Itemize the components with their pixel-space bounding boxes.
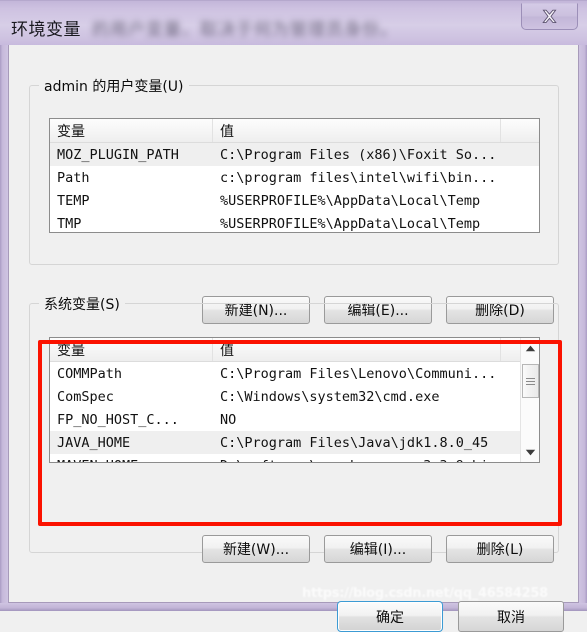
variable-name-cell: MAVEN_HOME <box>50 458 213 463</box>
variable-value-cell: c:\program files\intel\wifi\bin... <box>220 169 497 186</box>
column-header-variable[interactable]: 变量 <box>50 119 213 142</box>
column-header-value[interactable]: 值 <box>213 338 501 361</box>
table-row[interactable]: Path c:\program files\intel\wifi\bin... <box>50 166 539 189</box>
environment-variables-dialog: 环境变量 的用户变量、取决于何为管理员身份。 admin 的用户变量(U) 变量… <box>0 0 587 632</box>
variable-name-cell: JAVA_HOME <box>57 434 131 451</box>
table-row[interactable]: MOZ_PLUGIN_PATH C:\Program Files (x86)\Fo… <box>50 143 539 166</box>
variable-name-cell: COMMPath <box>57 365 123 382</box>
window-title: 环境变量 <box>11 20 81 40</box>
variable-value-cell: %USERPROFILE%\AppData\Local\Temp <box>220 192 481 209</box>
window-frame-left-edge <box>0 0 8 611</box>
variable-name-cell: FP_NO_HOST_C... <box>57 411 179 428</box>
system-variables-list[interactable]: 变量 值 COMMPath C:\Program Files\Lenovo\Com… <box>49 337 540 463</box>
window-frame-right-edge <box>579 0 587 611</box>
close-icon <box>540 8 559 25</box>
grip-lines-icon <box>526 376 535 387</box>
system-variables-group: 系统变量(S) 变量 值 COMMPath C:\Program Files\Le… <box>29 294 559 553</box>
dialog-client-area: admin 的用户变量(U) 变量 值 MOZ_PLUGIN_PATH C:\Pr… <box>8 45 579 632</box>
user-variables-legend: admin 的用户变量(U) <box>39 76 189 96</box>
system-new-button[interactable]: 新建(W)... <box>202 535 310 563</box>
system-delete-button[interactable]: 删除(L) <box>446 535 554 563</box>
user-variables-header-row: 变量 值 <box>50 119 539 143</box>
table-row[interactable]: ComSpec C:\Windows\system32\cmd.exe <box>50 385 539 408</box>
close-button[interactable] <box>521 3 578 30</box>
variable-value-cell: C:\Windows\system32\cmd.exe <box>220 388 440 405</box>
variable-name-cell: ComSpec <box>57 388 114 405</box>
variable-name-cell: TMP <box>57 215 82 232</box>
variable-name-cell: Path <box>57 169 90 186</box>
table-row[interactable]: TMP %USERPROFILE%\AppData\Local\Temp <box>50 212 539 232</box>
variable-value-cell: %USERPROFILE%\AppData\Local\Temp <box>220 215 481 232</box>
variable-value-cell: NO <box>220 411 237 428</box>
system-variables-scrollbar[interactable] <box>520 338 539 462</box>
user-variables-group: admin 的用户变量(U) 变量 值 MOZ_PLUGIN_PATH C:\Pr… <box>29 76 559 265</box>
variable-name-cell: MOZ_PLUGIN_PATH <box>57 146 179 163</box>
table-row[interactable]: FP_NO_HOST_C... NO <box>50 408 539 431</box>
system-variables-rows: COMMPath C:\Program Files\Lenovo\Communi.… <box>50 362 539 463</box>
system-variables-legend: 系统变量(S) <box>39 294 125 314</box>
table-row[interactable]: TEMP %USERPROFILE%\AppData\Local\Temp <box>50 189 539 212</box>
variable-value-cell: D:\software\apache-maven-3.3.9-bin <box>213 458 523 463</box>
variable-value-cell: C:\Program Files\Java\jdk1.8.0_45 <box>220 434 489 451</box>
scroll-up-button[interactable] <box>521 338 539 358</box>
system-edit-button[interactable]: 编辑(I)... <box>324 535 432 563</box>
column-header-variable[interactable]: 变量 <box>50 338 213 361</box>
scroll-down-button[interactable] <box>521 442 539 462</box>
watermark-text: https://blog.csdn.net/qq_46584258 <box>302 586 548 601</box>
scrollbar-thumb[interactable] <box>522 364 539 398</box>
user-variables-list[interactable]: 变量 值 MOZ_PLUGIN_PATH C:\Program Files (x8… <box>49 118 540 233</box>
triangle-down-icon <box>525 443 536 461</box>
window-title-blurred-text: 的用户变量、取决于何为管理员身份。 <box>92 20 398 40</box>
system-variables-header-row: 变量 值 <box>50 338 539 362</box>
variable-value-cell: C:\Program Files (x86)\Foxit So... <box>220 146 497 163</box>
triangle-up-icon <box>525 339 536 357</box>
ok-button[interactable]: 确定 <box>337 601 443 632</box>
cancel-button[interactable]: 取消 <box>458 601 564 632</box>
title-bar[interactable]: 环境变量 的用户变量、取决于何为管理员身份。 <box>0 0 587 45</box>
column-header-spacer[interactable] <box>501 119 539 142</box>
user-variables-rows: MOZ_PLUGIN_PATH C:\Program Files (x86)\Fo… <box>50 143 539 232</box>
variable-value-cell: C:\Program Files\Lenovo\Communi... <box>220 365 497 382</box>
table-row[interactable]: COMMPath C:\Program Files\Lenovo\Communi.… <box>50 362 539 385</box>
column-header-value[interactable]: 值 <box>213 119 501 142</box>
table-row[interactable]: MAVEN_HOMED:\software\apache-maven-3.3.9… <box>50 454 539 463</box>
variable-name-cell: TEMP <box>57 192 90 209</box>
table-row[interactable]: JAVA_HOME C:\Program Files\Java\jdk1.8.0_… <box>50 431 539 454</box>
